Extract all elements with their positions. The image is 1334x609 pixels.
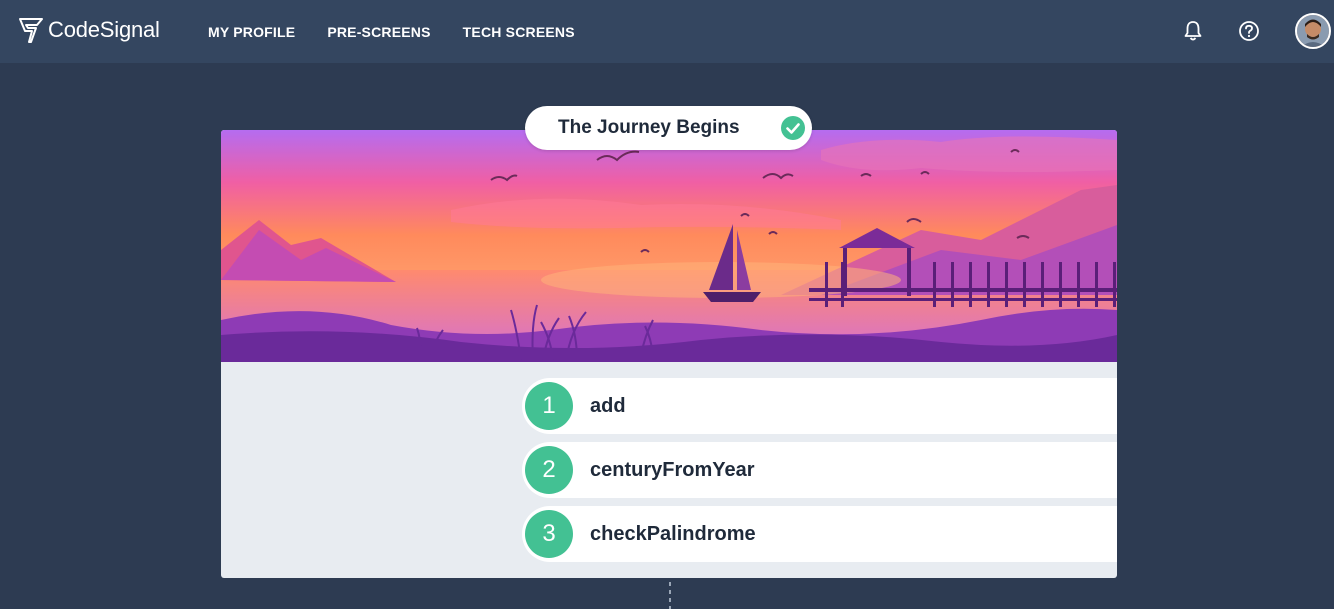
task-row[interactable]: 2 centuryFromYear [522,442,1117,498]
task-name: checkPalindrome [590,522,756,545]
user-avatar[interactable] [1295,13,1331,49]
bell-icon[interactable] [1183,20,1203,42]
sunset-lake-illustration [221,130,1117,362]
task-name: centuryFromYear [590,458,755,481]
top-navigation-bar: CodeSignal MY PROFILE PRE-SCREENS TECH S… [0,0,1334,63]
task-name: add [590,394,626,417]
check-circle-icon [781,116,805,140]
avatar-image [1297,15,1329,47]
journey-card: 1 add 2 centuryFromYear 3 checkPalindrom… [221,130,1117,578]
nav-tech-screens[interactable]: TECH SCREENS [463,24,575,40]
task-number-badge: 1 [525,382,573,430]
nav-pre-screens[interactable]: PRE-SCREENS [327,24,430,40]
main-nav: MY PROFILE PRE-SCREENS TECH SCREENS [208,0,575,63]
brand-name: CodeSignal [48,17,160,42]
nav-my-profile[interactable]: MY PROFILE [208,24,295,40]
codesignal-logo-icon [19,18,43,43]
brand-logo[interactable]: CodeSignal [18,16,160,44]
journey-title: The Journey Begins [558,117,740,138]
question-circle-icon[interactable] [1238,20,1260,42]
task-row[interactable]: 3 checkPalindrome [522,506,1117,562]
task-number-badge: 3 [525,510,573,558]
task-number-badge: 2 [525,446,573,494]
journey-title-pill: The Journey Begins [525,106,812,150]
path-connector [669,582,671,609]
task-row[interactable]: 1 add [522,378,1117,434]
